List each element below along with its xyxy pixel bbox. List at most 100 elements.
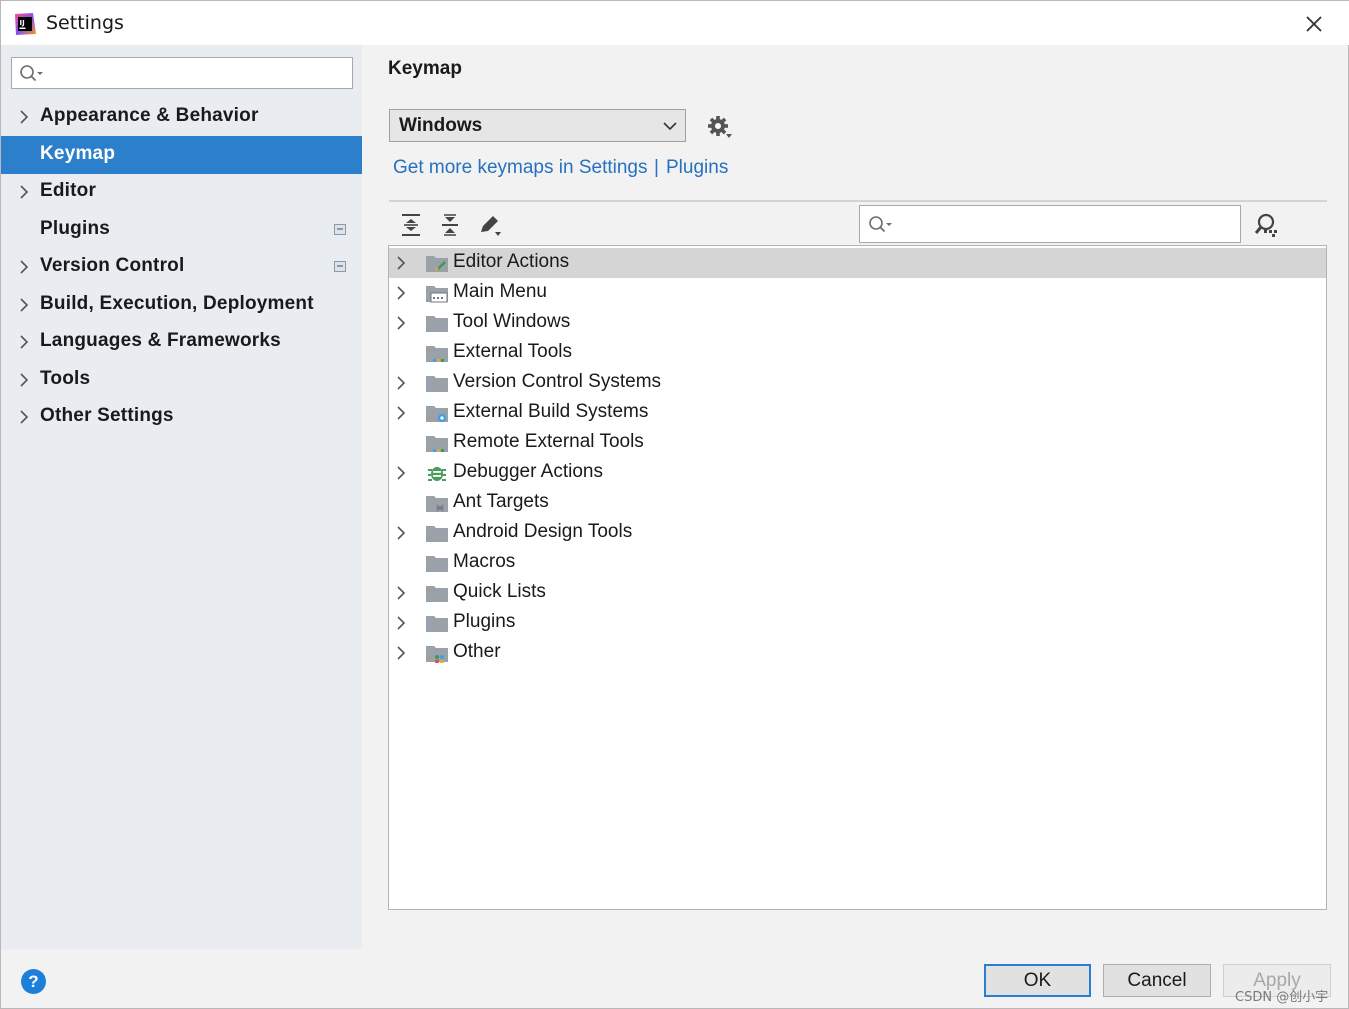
tree-row[interactable]: Macros — [389, 548, 1326, 578]
tree-row-label: External Build Systems — [453, 401, 649, 422]
gear-icon[interactable] — [706, 114, 734, 140]
chevron-right-icon[interactable] — [19, 298, 29, 312]
chevron-right-icon[interactable] — [396, 586, 406, 600]
page-title: Keymap — [388, 58, 462, 79]
chevron-right-icon[interactable] — [19, 185, 29, 199]
sidebar-item[interactable]: Appearance & Behavior — [1, 98, 362, 136]
folder-icon — [426, 556, 448, 572]
tree-row[interactable]: Tool Windows — [389, 308, 1326, 338]
collapse-all-icon[interactable] — [437, 212, 463, 238]
plugins-link[interactable]: Plugins — [666, 157, 728, 179]
chevron-right-icon[interactable] — [396, 316, 406, 330]
main-menu-folder-icon — [426, 286, 448, 303]
chevron-right-icon[interactable] — [396, 466, 406, 480]
chevron-right-icon[interactable] — [19, 373, 29, 387]
tree-row[interactable]: External Build Systems — [389, 398, 1326, 428]
chevron-right-icon[interactable] — [19, 335, 29, 349]
sidebar-item[interactable]: Languages & Frameworks — [1, 323, 362, 361]
chevron-right-icon[interactable] — [396, 256, 406, 270]
tree-row-label: Plugins — [453, 611, 516, 632]
sidebar-item-label: Languages & Frameworks — [40, 330, 281, 351]
ant-folder-icon — [426, 496, 448, 512]
tree-row-label: Version Control Systems — [453, 371, 662, 392]
find-by-shortcut-icon[interactable] — [1252, 212, 1280, 238]
search-icon — [20, 65, 43, 82]
tree-row-label: Macros — [453, 551, 516, 572]
sidebar-item-label: Other Settings — [40, 405, 174, 426]
tree-row-label: External Tools — [453, 341, 572, 362]
tree-row-label: Editor Actions — [453, 251, 570, 272]
tree-row-label: Debugger Actions — [453, 461, 603, 482]
tree-row[interactable]: Other — [389, 638, 1326, 668]
chevron-right-icon[interactable] — [396, 376, 406, 390]
sidebar-item[interactable]: Keymap — [1, 136, 362, 174]
folder-icon — [426, 316, 448, 332]
other-folder-icon — [426, 646, 448, 663]
chevron-right-icon[interactable] — [19, 260, 29, 274]
project-level-icon — [334, 224, 346, 235]
content-divider — [389, 200, 1327, 202]
title-bar: IJ Settings — [1, 1, 1349, 45]
tree-row[interactable]: Quick Lists — [389, 578, 1326, 608]
tree-row[interactable]: Ant Targets — [389, 488, 1326, 518]
sidebar-item-label: Keymap — [40, 143, 116, 164]
chevron-right-icon[interactable] — [396, 526, 406, 540]
tree-row[interactable]: Version Control Systems — [389, 368, 1326, 398]
sidebar-item-label: Version Control — [40, 255, 185, 276]
edit-shortcut-icon[interactable] — [477, 212, 503, 238]
tree-row-label: Ant Targets — [453, 491, 549, 512]
sidebar-item-label: Appearance & Behavior — [40, 105, 259, 126]
chevron-right-icon[interactable] — [396, 646, 406, 660]
tree-row-label: Remote External Tools — [453, 431, 644, 452]
sidebar-item[interactable]: Version Control — [1, 248, 362, 286]
ok-button[interactable]: OK — [984, 964, 1091, 997]
chevron-right-icon[interactable] — [19, 110, 29, 124]
sidebar-item[interactable]: Plugins — [1, 211, 362, 249]
window-title: Settings — [46, 12, 124, 34]
sidebar-item-label: Build, Execution, Deployment — [40, 293, 314, 314]
tree-row[interactable]: Main Menu — [389, 278, 1326, 308]
keymap-dropdown-value: Windows — [399, 115, 483, 136]
intellij-app-icon: IJ — [15, 13, 36, 35]
tree-search-input[interactable] — [900, 211, 1230, 237]
sidebar-item[interactable]: Tools — [1, 361, 362, 399]
sidebar-item-label: Editor — [40, 180, 97, 201]
tree-row[interactable]: Editor Actions — [389, 248, 1326, 278]
sidebar-item-label: Tools — [40, 368, 91, 389]
tree-row[interactable]: External Tools — [389, 338, 1326, 368]
tree-row[interactable]: Debugger Actions — [389, 458, 1326, 488]
sidebar-search-box[interactable] — [11, 57, 353, 89]
settings-sidebar: Appearance & Behavior Keymap Editor Plugins… — [1, 45, 362, 949]
tree-row-label: Android Design Tools — [453, 521, 633, 542]
tree-row[interactable]: Remote External Tools — [389, 428, 1326, 458]
tree-search-box[interactable] — [859, 205, 1241, 243]
help-button[interactable]: ? — [21, 969, 46, 994]
sidebar-search-input[interactable] — [50, 60, 346, 86]
folder-icon — [426, 526, 448, 542]
keymap-action-tree[interactable]: Editor Actions Main Menu Tool Windows Exter… — [388, 245, 1327, 910]
sidebar-item[interactable]: Editor — [1, 173, 362, 211]
sidebar-item[interactable]: Build, Execution, Deployment — [1, 286, 362, 324]
debugger-bug-icon — [428, 467, 446, 481]
cancel-button[interactable]: Cancel — [1103, 964, 1211, 997]
tree-row-label: Main Menu — [453, 281, 547, 302]
external-tools-folder-icon — [426, 436, 448, 452]
folder-icon — [426, 376, 448, 392]
settings-link[interactable]: Get more keymaps in Settings — [393, 157, 648, 179]
keymap-dropdown[interactable]: Windows — [389, 109, 686, 142]
folder-icon — [426, 616, 448, 632]
chevron-right-icon[interactable] — [396, 406, 406, 420]
tree-row[interactable]: Android Design Tools — [389, 518, 1326, 548]
chevron-right-icon[interactable] — [396, 286, 406, 300]
chevron-right-icon[interactable] — [396, 616, 406, 630]
chevron-right-icon[interactable] — [19, 410, 29, 424]
sidebar-item[interactable]: Other Settings — [1, 398, 362, 436]
link-separator: | — [654, 157, 659, 178]
close-icon[interactable] — [1301, 11, 1327, 37]
folder-icon — [426, 586, 448, 602]
tree-row-label: Quick Lists — [453, 581, 546, 602]
svg-text:IJ: IJ — [20, 19, 25, 27]
external-tools-folder-icon — [426, 346, 448, 362]
expand-all-icon[interactable] — [398, 212, 424, 238]
tree-row[interactable]: Plugins — [389, 608, 1326, 638]
